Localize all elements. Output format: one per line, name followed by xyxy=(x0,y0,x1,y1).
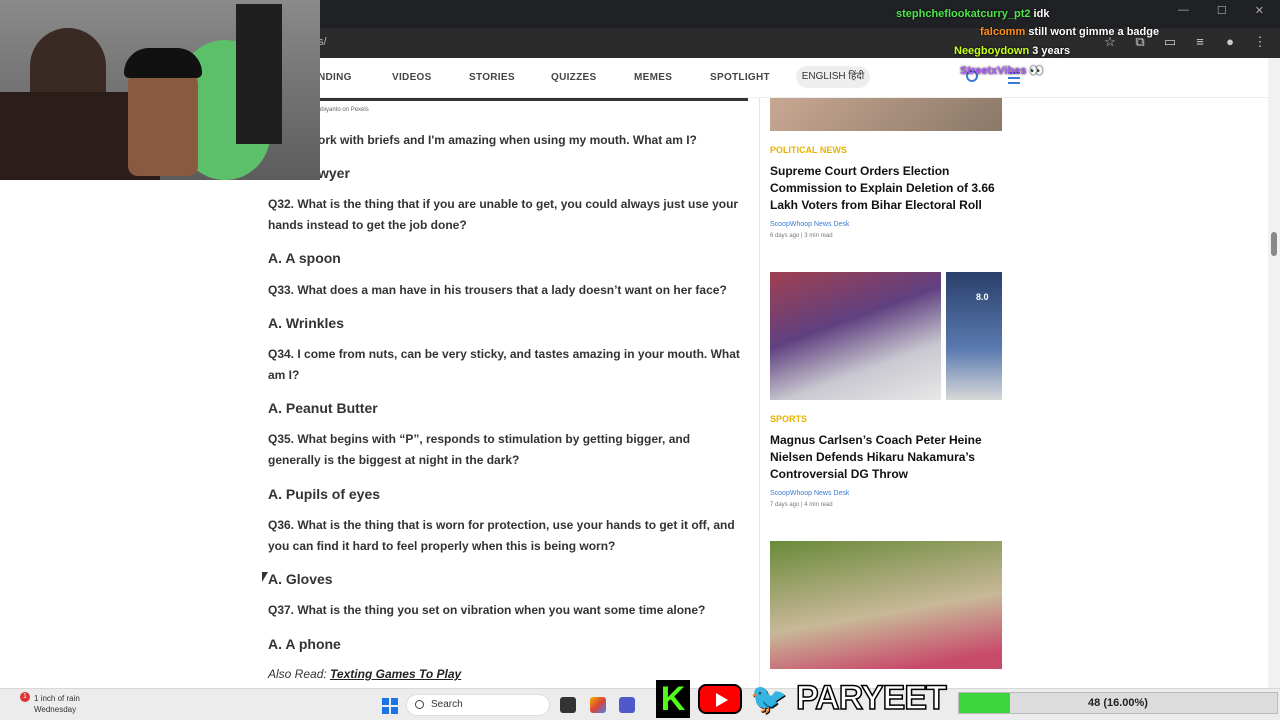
more-icon[interactable]: ⋮ xyxy=(1252,34,1268,50)
author-link[interactable]: ScoopWhoop News Desk xyxy=(770,221,849,228)
answer-partial: wyer xyxy=(318,165,350,181)
chat-message: stephcheflookatcurry_pt2 idk xyxy=(896,8,1049,20)
also-read-label: Also Read: xyxy=(268,667,327,681)
also-read: Also Read: Texting Games To Play xyxy=(268,667,461,681)
webcam-feed xyxy=(0,0,320,180)
question-34: Q34. I come from nuts, can be very stick… xyxy=(268,347,740,382)
answer-36: A. Gloves xyxy=(268,571,333,587)
chat-text: 👀 xyxy=(1029,65,1044,77)
playlist-icon[interactable]: ≡ xyxy=(1192,34,1208,50)
page-scrollbar[interactable] xyxy=(1268,58,1280,688)
maximize-icon[interactable]: ☐ xyxy=(1217,4,1227,17)
chat-message: StreetxVibes 👀 xyxy=(960,64,1043,77)
article-image xyxy=(310,98,748,101)
card-image-politics[interactable] xyxy=(770,98,1002,131)
also-read-link[interactable]: Texting Games To Play xyxy=(330,667,461,681)
window-controls: — ☐ ✕ xyxy=(1178,4,1264,17)
question-35: Q35. What begins with “P”, responds to s… xyxy=(268,432,691,467)
chat-message: falcomm still wont gimme a badge xyxy=(980,26,1159,38)
author-link[interactable]: ScoopWhoop News Desk xyxy=(770,490,849,497)
card-image-cricket[interactable] xyxy=(770,541,1002,669)
category-label[interactable]: SPORTS xyxy=(770,414,807,424)
close-icon[interactable]: ✕ xyxy=(1255,4,1264,17)
article-meta: 6 days ago | 3 min read xyxy=(770,233,833,239)
teams-icon[interactable] xyxy=(619,697,635,713)
question-36: Q36. What is the thing that is worn for … xyxy=(268,518,735,553)
twitter-icon: 🐦 xyxy=(750,683,788,716)
question-33: Q33. What does a man have in his trouser… xyxy=(268,283,727,297)
cast-icon[interactable]: ▭ xyxy=(1162,34,1178,50)
column-divider xyxy=(759,98,760,688)
nav-videos[interactable]: VIDEOS xyxy=(392,72,432,83)
answer-32: A. A spoon xyxy=(268,250,341,266)
article-meta: 7 days ago | 4 min read xyxy=(770,502,833,508)
chat-text: idk xyxy=(1033,8,1050,20)
nav-quizzes[interactable]: QUIZZES xyxy=(551,72,596,83)
headset xyxy=(124,48,202,78)
category-label[interactable]: POLITICAL NEWS xyxy=(770,145,847,155)
chat-text: still wont gimme a badge xyxy=(1028,26,1160,38)
nav-memes[interactable]: MEMES xyxy=(634,72,672,83)
chat-username: StreetxVibes xyxy=(960,65,1027,77)
search-label: Search xyxy=(431,699,463,710)
answer-35: A. Pupils of eyes xyxy=(268,486,381,502)
nav-stories[interactable]: STORIES xyxy=(469,72,515,83)
answer-37: A. A phone xyxy=(268,636,341,652)
headline-link[interactable]: Magnus Carlsen’s Coach Peter Heine Niels… xyxy=(770,432,1002,483)
weather-day: Wednesday xyxy=(34,705,77,714)
language-toggle[interactable]: ENGLISH हिंदी xyxy=(796,66,870,88)
weather-widget[interactable]: 1 inch of rain Wednesday xyxy=(34,693,80,715)
taskbar-search[interactable]: Search xyxy=(406,694,550,716)
weather-badge: 1 xyxy=(20,692,30,702)
image-credit: obiyanto on Pexels xyxy=(318,107,369,113)
search-icon xyxy=(415,700,424,709)
answer-33: A. Wrinkles xyxy=(268,315,344,331)
copilot-icon[interactable] xyxy=(590,697,606,713)
windows-start-icon[interactable] xyxy=(382,698,398,714)
chat-text: 3 years xyxy=(1032,45,1071,57)
streamer-name: PARYEET xyxy=(795,678,947,718)
nav-spotlight[interactable]: SPOTLIGHT xyxy=(710,72,770,83)
youtube-icon xyxy=(698,684,742,714)
nav-trending[interactable]: NDING xyxy=(318,72,352,83)
goal-progress-text: 48 (16.00%) xyxy=(1088,697,1148,709)
kick-logo: K xyxy=(656,680,690,718)
question-37: Q37. What is the thing you set on vibrat… xyxy=(268,603,706,617)
chat-username: Neegboydown xyxy=(954,45,1030,57)
answer-34: A. Peanut Butter xyxy=(268,400,378,416)
chess-photo xyxy=(770,272,941,400)
score-badge: 8.0 xyxy=(976,292,989,302)
weather-line: 1 inch of rain xyxy=(34,694,80,703)
throw-photo: 8.0 xyxy=(946,272,1002,400)
headline-link[interactable]: Supreme Court Orders Election Commission… xyxy=(770,163,1002,214)
question-partial: ork with briefs and I'm amazing when usi… xyxy=(318,133,697,147)
chat-username: stephcheflookatcurry_pt2 xyxy=(896,8,1031,20)
card-image-sports[interactable]: 8.0 xyxy=(770,272,1002,400)
chat-message: Neegboydown 3 years xyxy=(954,45,1070,57)
scrollbar-thumb[interactable] xyxy=(1271,232,1277,256)
task-view-icon[interactable] xyxy=(560,697,576,713)
mouse-cursor xyxy=(262,572,268,582)
profile-icon[interactable]: ● xyxy=(1222,34,1238,50)
minimize-icon[interactable]: — xyxy=(1178,4,1189,17)
question-32: Q32. What is the thing that if you are u… xyxy=(268,197,739,232)
hanging-jacket xyxy=(236,4,282,144)
chat-username: falcomm xyxy=(980,26,1026,38)
goal-progress-bar: 48 (16.00%) xyxy=(958,692,1278,714)
